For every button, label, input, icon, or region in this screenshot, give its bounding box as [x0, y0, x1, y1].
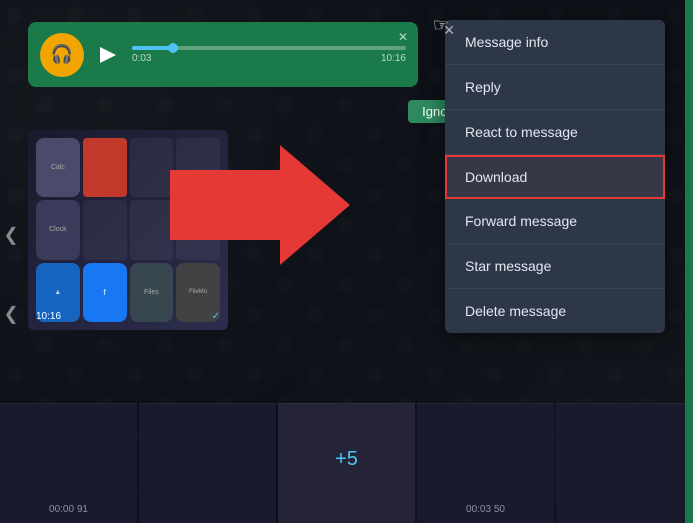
menu-item-star-label: Star message [465, 258, 551, 274]
cursor-indicator: ☞ [433, 15, 449, 36]
menu-item-download-label: Download [465, 169, 527, 185]
app-icon-empty3 [83, 200, 127, 259]
bottom-time-1: 00:00 91 [49, 504, 88, 515]
menu-item-react-label: React to message [465, 124, 578, 140]
menu-item-star[interactable]: Star message [445, 244, 665, 289]
nav-arrow-bottom[interactable]: ❮ [0, 303, 22, 324]
time-elapsed: 0:03 [132, 53, 151, 64]
menu-item-download[interactable]: Download [445, 155, 665, 199]
audio-avatar: 🎧 [40, 33, 84, 77]
app-icon-facebook: f [83, 263, 127, 322]
plus5-label: +5 [335, 448, 358, 471]
green-sidebar-bar [685, 0, 693, 523]
bottom-cell-4: 00:03 50 [417, 403, 554, 523]
menu-item-reply[interactable]: Reply [445, 65, 665, 110]
menu-item-forward-label: Forward message [465, 213, 577, 229]
menu-item-react[interactable]: React to message [445, 110, 665, 155]
nav-arrow-top[interactable]: ❮ [0, 225, 22, 246]
app-icon-files: Files [130, 263, 174, 322]
context-menu: Message info Reply React to message Down… [445, 20, 665, 333]
audio-times: 0:03 10:16 [132, 53, 406, 64]
bottom-time-3: 00:03 50 [466, 504, 505, 515]
menu-item-message-info[interactable]: Message info [445, 20, 665, 65]
menu-item-forward[interactable]: Forward message [445, 199, 665, 244]
menu-item-message-info-label: Message info [465, 34, 548, 50]
app-icon-calculator: Calc [36, 138, 80, 197]
video-checkmark: ✓ [212, 311, 220, 322]
time-total: 10:16 [381, 53, 406, 64]
audio-progress-bar[interactable]: 0:03 10:16 [132, 46, 406, 64]
bottom-cell-1: 00:00 91 [0, 403, 137, 523]
audio-close-button[interactable]: ✕ [398, 30, 408, 44]
audio-message-bubble: 🎧 0:03 10:16 ✕ [28, 22, 418, 87]
bottom-cell-2 [139, 403, 276, 523]
play-button[interactable] [94, 41, 122, 69]
red-arrow-indicator [160, 140, 360, 270]
progress-fill [132, 46, 173, 50]
bottom-cell-5 [556, 403, 693, 523]
progress-track [132, 46, 406, 50]
app-icon-red [83, 138, 127, 197]
menu-item-reply-label: Reply [465, 79, 501, 95]
bottom-panel: 00:00 91 +5 00:03 50 [0, 403, 693, 523]
progress-dot [168, 43, 178, 53]
app-icon-clock: Clock [36, 200, 80, 259]
video-timestamp: 10:16 [36, 311, 61, 322]
menu-item-delete[interactable]: Delete message [445, 289, 665, 333]
menu-item-delete-label: Delete message [465, 303, 566, 319]
bottom-cell-plus5[interactable]: +5 [278, 403, 415, 523]
